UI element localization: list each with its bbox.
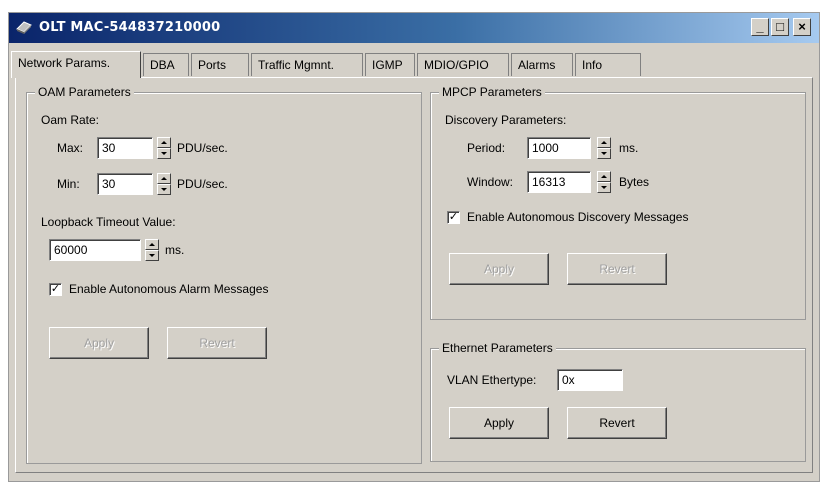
period-input[interactable]: 1000: [527, 137, 591, 159]
spinner-up-icon[interactable]: [597, 171, 611, 182]
ethernet-parameters-group: Ethernet Parameters VLAN Ethertype: 0x A…: [430, 341, 806, 462]
window-unit-label: Bytes: [619, 175, 650, 189]
tab-dba[interactable]: DBA: [143, 53, 189, 76]
close-button[interactable]: ×: [793, 18, 811, 36]
mpcp-revert-button[interactable]: Revert: [567, 253, 667, 285]
min-unit-label: PDU/sec.: [177, 177, 228, 191]
maximize-button[interactable]: □: [771, 18, 789, 36]
ethernet-legend: Ethernet Parameters: [439, 341, 556, 355]
window-title: OLT MAC-544837210000: [39, 20, 221, 35]
oam-revert-button[interactable]: Revert: [167, 327, 267, 359]
max-rate-input[interactable]: 30: [97, 137, 153, 159]
window-input[interactable]: 16313: [527, 171, 591, 193]
title-bar[interactable]: OLT MAC-544837210000 _ □ ×: [9, 13, 819, 43]
tab-mdio-gpio[interactable]: MDIO/GPIO: [417, 53, 509, 76]
discovery-messages-checkbox[interactable]: ✓: [447, 211, 460, 224]
min-label: Min:: [57, 177, 80, 191]
tab-igmp[interactable]: IGMP: [365, 53, 415, 76]
ethernet-apply-button[interactable]: Apply: [449, 407, 549, 439]
loopback-unit-label: ms.: [165, 243, 185, 257]
spinner-up-icon[interactable]: [597, 137, 611, 148]
vlan-ethertype-label: VLAN Ethertype:: [447, 373, 537, 387]
oam-legend: OAM Parameters: [35, 85, 134, 99]
spinner-down-icon[interactable]: [597, 148, 611, 159]
oam-parameters-group: OAM Parameters Oam Rate: Max: 30 PDU/sec…: [26, 85, 422, 464]
spinner-up-icon[interactable]: [157, 173, 171, 184]
oam-apply-button[interactable]: Apply: [49, 327, 149, 359]
vlan-ethertype-input[interactable]: 0x: [557, 369, 623, 391]
ethernet-revert-button[interactable]: Revert: [567, 407, 667, 439]
tab-panel-network-params: OAM Parameters Oam Rate: Max: 30 PDU/sec…: [15, 77, 813, 473]
network-device-icon: [16, 21, 32, 34]
max-rate-spinner[interactable]: [157, 137, 171, 159]
loopback-timeout-label: Loopback Timeout Value:: [41, 215, 176, 229]
max-unit-label: PDU/sec.: [177, 141, 228, 155]
mpcp-legend: MPCP Parameters: [439, 85, 545, 99]
discovery-messages-label: Enable Autonomous Discovery Messages: [467, 210, 689, 224]
minimize-button[interactable]: _: [751, 18, 769, 36]
tab-alarms[interactable]: Alarms: [511, 53, 573, 76]
window-spinner[interactable]: [597, 171, 611, 193]
period-spinner[interactable]: [597, 137, 611, 159]
loopback-timeout-spinner[interactable]: [145, 239, 159, 261]
alarm-messages-label: Enable Autonomous Alarm Messages: [69, 282, 269, 296]
mpcp-apply-button[interactable]: Apply: [449, 253, 549, 285]
spinner-down-icon[interactable]: [157, 148, 171, 159]
alarm-messages-checkbox[interactable]: ✓: [49, 283, 62, 296]
window-label: Window:: [467, 175, 514, 189]
discovery-parameters-label: Discovery Parameters:: [445, 113, 567, 127]
spinner-up-icon[interactable]: [145, 239, 159, 250]
oam-rate-label: Oam Rate:: [41, 113, 100, 127]
mpcp-parameters-group: MPCP Parameters Discovery Parameters: Pe…: [430, 85, 806, 320]
tab-info[interactable]: Info: [575, 53, 641, 76]
loopback-timeout-input[interactable]: 60000: [49, 239, 141, 261]
tab-ports[interactable]: Ports: [191, 53, 249, 76]
period-label: Period:: [467, 141, 506, 155]
min-rate-input[interactable]: 30: [97, 173, 153, 195]
app-window: OLT MAC-544837210000 _ □ × Network Param…: [8, 12, 820, 482]
min-rate-spinner[interactable]: [157, 173, 171, 195]
period-unit-label: ms.: [619, 141, 639, 155]
spinner-down-icon[interactable]: [157, 184, 171, 195]
spinner-down-icon[interactable]: [145, 250, 159, 261]
tab-traffic-mgmnt[interactable]: Traffic Mgmnt.: [251, 53, 363, 76]
spinner-up-icon[interactable]: [157, 137, 171, 148]
max-label: Max:: [57, 141, 84, 155]
tab-strip: Network Params. DBA Ports Traffic Mgmnt.…: [9, 51, 649, 78]
tab-network-params[interactable]: Network Params.: [11, 51, 141, 78]
spinner-down-icon[interactable]: [597, 182, 611, 193]
